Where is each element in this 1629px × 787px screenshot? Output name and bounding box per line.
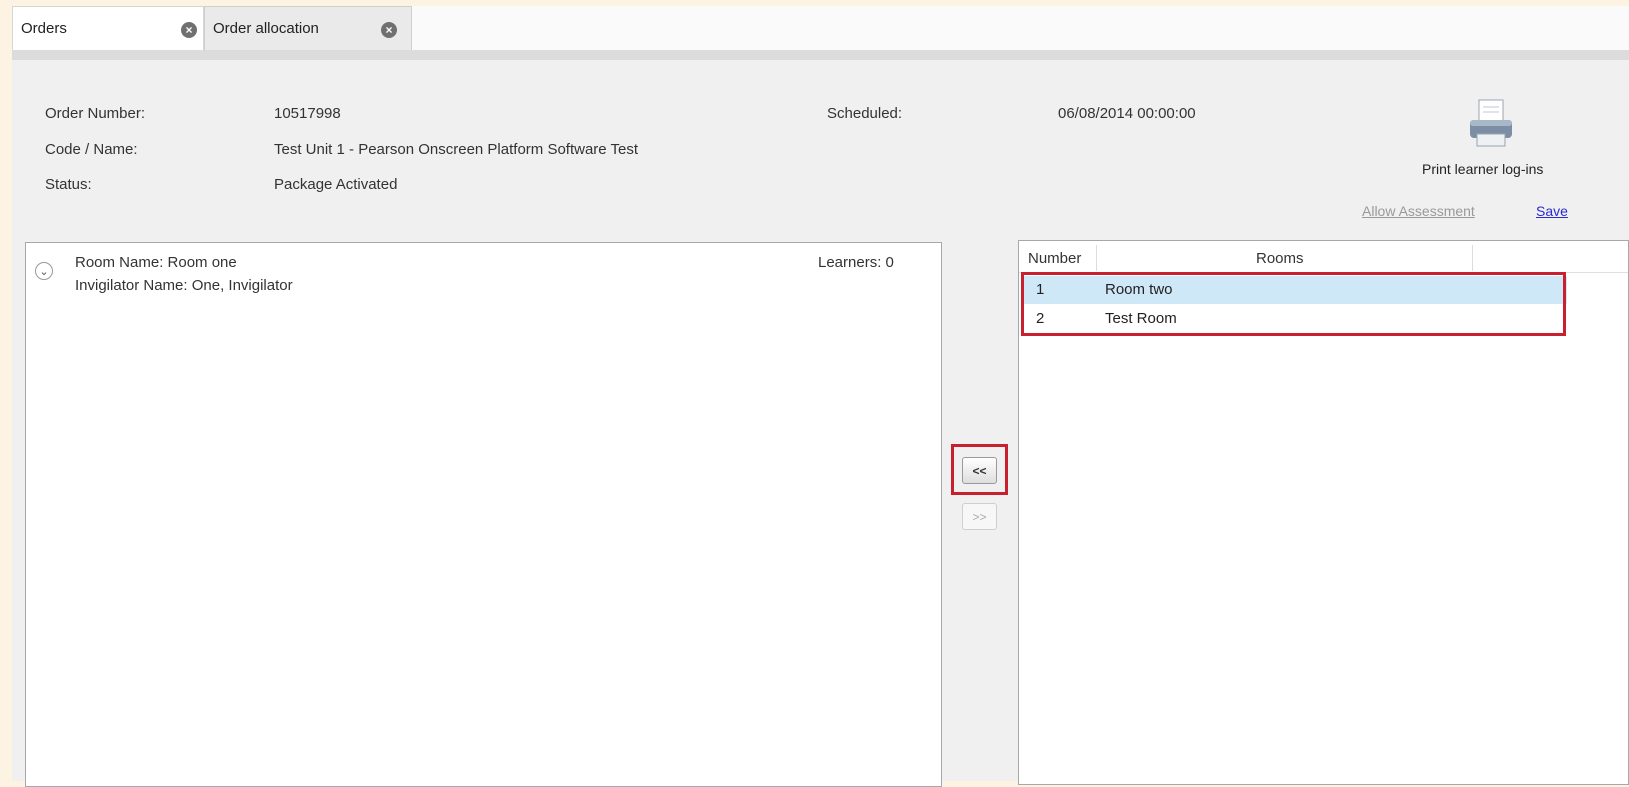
allocated-rooms-panel: ⌄ Room Name: Room one Invigilator Name: … xyxy=(25,242,942,787)
tab-order-allocation[interactable]: Order allocation × xyxy=(204,6,412,50)
print-learner-logins-button[interactable]: Print learner log-ins xyxy=(1422,161,1543,177)
invigilator-name-text: Invigilator Name: One, Invigilator xyxy=(75,277,293,294)
column-divider xyxy=(1472,245,1473,271)
tab-orders-label: Orders xyxy=(21,20,67,37)
close-icon[interactable]: × xyxy=(181,22,197,38)
room-name-text: Room Name: Room one xyxy=(75,254,237,271)
move-left-button[interactable]: << xyxy=(962,457,997,484)
status-label: Status: xyxy=(45,176,92,193)
column-header-number[interactable]: Number xyxy=(1028,250,1081,267)
learners-count: Learners: 0 xyxy=(818,254,894,271)
column-header-rooms[interactable]: Rooms xyxy=(1256,250,1304,267)
order-number-label: Order Number: xyxy=(45,105,146,122)
grid-header: Number Rooms xyxy=(1019,241,1628,273)
allow-assessment-link[interactable]: Allow Assessment xyxy=(1362,203,1475,219)
save-link[interactable]: Save xyxy=(1536,203,1568,219)
scheduled-label: Scheduled: xyxy=(827,105,903,122)
tab-strip: Orders × Order allocation × xyxy=(12,6,1629,50)
close-icon[interactable]: × xyxy=(381,22,397,38)
code-name-value: Test Unit 1 - Pearson Onscreen Platform … xyxy=(274,141,639,158)
rows-highlight xyxy=(1021,272,1566,336)
code-name-label: Code / Name: xyxy=(45,141,138,158)
order-number-value: 10517998 xyxy=(274,105,341,122)
move-right-button[interactable]: >> xyxy=(962,503,997,530)
chevron-down-icon[interactable]: ⌄ xyxy=(35,262,53,280)
scheduled-value: 06/08/2014 00:00:00 xyxy=(1058,105,1196,122)
status-value: Package Activated xyxy=(274,176,398,193)
printer-icon[interactable] xyxy=(1467,98,1515,150)
tab-orders[interactable]: Orders × xyxy=(12,6,204,50)
column-divider xyxy=(1096,245,1097,271)
tab-divider xyxy=(12,50,1629,60)
tab-order-allocation-label: Order allocation xyxy=(213,20,319,37)
